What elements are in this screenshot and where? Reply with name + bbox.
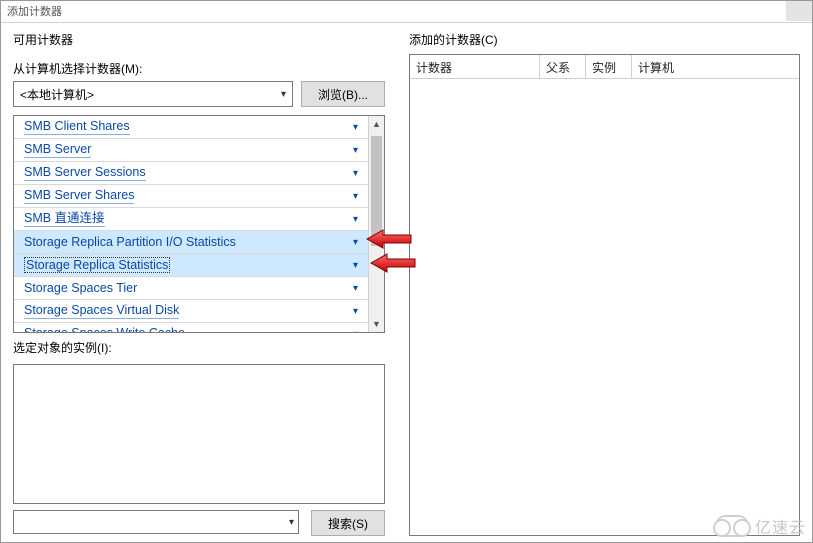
counter-item-label: Storage Replica Statistics: [24, 257, 170, 273]
counters-listbox[interactable]: SMB Client Shares▾SMB Server▾SMB Server …: [13, 115, 385, 333]
computer-combo-value: <本地计算机>: [20, 86, 94, 103]
chevron-down-icon[interactable]: ▾: [353, 306, 358, 317]
added-counters-panel: 添加的计数器(C) 计数器 父系 实例 计算机: [409, 31, 800, 536]
counter-item[interactable]: Storage Spaces Virtual Disk ▾: [14, 300, 368, 323]
col-parent[interactable]: 父系: [540, 55, 586, 79]
col-counter[interactable]: 计数器: [410, 55, 540, 79]
counter-item[interactable]: SMB Server Shares ▾: [14, 185, 368, 208]
counter-item[interactable]: Storage Replica Partition I/O Statistics…: [14, 231, 368, 254]
search-button[interactable]: 搜索(S): [311, 510, 385, 536]
counter-item-label: SMB Server Sessions: [24, 165, 146, 181]
chevron-down-icon[interactable]: ▾: [353, 191, 358, 202]
computer-combo[interactable]: <本地计算机> ▾: [13, 81, 293, 107]
col-computer[interactable]: 计算机: [632, 55, 799, 79]
counter-item-label: SMB 直通连接: [24, 211, 105, 227]
instances-label: 选定对象的实例(I):: [13, 339, 385, 356]
chevron-down-icon[interactable]: ▾: [353, 214, 358, 225]
counter-item-label: SMB Server: [24, 142, 91, 158]
counter-item-label: SMB Server Shares: [24, 188, 134, 204]
counter-item[interactable]: SMB 直通连接 ▾: [14, 208, 368, 231]
chevron-down-icon[interactable]: ▾: [353, 168, 358, 179]
chevron-down-icon[interactable]: ▾: [353, 260, 358, 271]
scroll-thumb[interactable]: [371, 136, 382, 246]
watermark: 亿速云: [715, 514, 806, 538]
scrollbar[interactable]: ▲ ▼: [368, 116, 384, 332]
close-button[interactable]: [786, 1, 812, 21]
counter-item[interactable]: SMB Server ▾: [14, 139, 368, 162]
browse-button-label: 浏览(B)...: [318, 86, 368, 103]
counter-item[interactable]: SMB Client Shares ▾: [14, 116, 368, 139]
search-button-label: 搜索(S): [328, 515, 368, 532]
add-counters-dialog: 添加计数器 可用计数器 从计算机选择计数器(M): <本地计算机> ▾ 浏览(B…: [0, 0, 813, 543]
browse-button[interactable]: 浏览(B)...: [301, 81, 385, 107]
chevron-down-icon[interactable]: ▾: [353, 283, 358, 294]
counter-item-label: Storage Spaces Write Cache: [24, 326, 185, 332]
counter-item[interactable]: SMB Server Sessions ▾: [14, 162, 368, 185]
added-counters-label: 添加的计数器(C): [409, 31, 800, 48]
cloud-icon: [715, 515, 749, 537]
dialog-body: 可用计数器 从计算机选择计数器(M): <本地计算机> ▾ 浏览(B)... S…: [1, 23, 812, 542]
select-computer-label: 从计算机选择计数器(M):: [13, 60, 385, 77]
instances-listbox[interactable]: [13, 364, 385, 504]
titlebar: 添加计数器: [1, 1, 812, 23]
counter-item[interactable]: Storage Spaces Write Cache ▾: [14, 323, 368, 332]
table-header: 计数器 父系 实例 计算机: [410, 55, 799, 79]
chevron-down-icon[interactable]: ▾: [353, 237, 358, 248]
available-counters-panel: 可用计数器 从计算机选择计数器(M): <本地计算机> ▾ 浏览(B)... S…: [13, 31, 385, 536]
search-combo[interactable]: ▾: [13, 510, 299, 534]
available-counters-label: 可用计数器: [13, 31, 385, 48]
col-instance[interactable]: 实例: [586, 55, 632, 79]
scroll-up-icon[interactable]: ▲: [369, 116, 384, 132]
counter-item-label: Storage Replica Partition I/O Statistics: [24, 235, 236, 249]
counter-item-label: Storage Spaces Tier: [24, 281, 137, 295]
counter-item[interactable]: Storage Spaces Tier ▾: [14, 277, 368, 300]
chevron-down-icon[interactable]: ▾: [353, 329, 358, 333]
chevron-down-icon: ▾: [289, 517, 294, 528]
counter-item-label: Storage Spaces Virtual Disk: [24, 303, 179, 319]
counter-item-label: SMB Client Shares: [24, 119, 130, 135]
added-counters-table[interactable]: 计数器 父系 实例 计算机: [409, 54, 800, 536]
counter-item[interactable]: Storage Replica Statistics ▾: [14, 254, 368, 277]
chevron-down-icon: ▾: [281, 89, 286, 100]
window-title: 添加计数器: [7, 6, 62, 18]
chevron-down-icon[interactable]: ▾: [353, 122, 358, 133]
scroll-down-icon[interactable]: ▼: [369, 316, 384, 332]
watermark-text: 亿速云: [755, 514, 806, 538]
chevron-down-icon[interactable]: ▾: [353, 145, 358, 156]
